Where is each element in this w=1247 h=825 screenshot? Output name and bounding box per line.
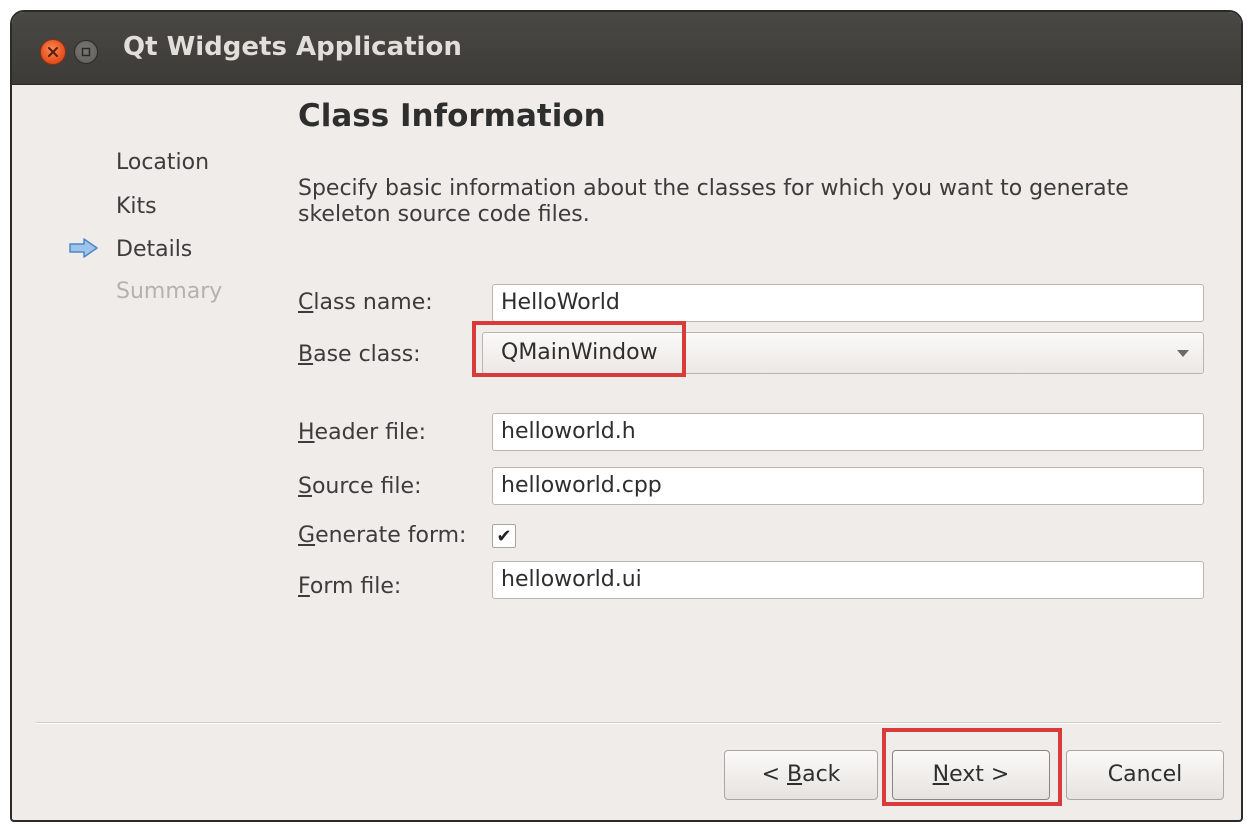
form-file-label: Form file:: [298, 574, 402, 599]
back-button[interactable]: < Back: [724, 750, 878, 800]
source-file-label: Source file:: [298, 474, 422, 499]
sidebar-item-summary: Summary: [116, 279, 223, 304]
chevron-down-icon[interactable]: [1177, 350, 1189, 357]
next-button[interactable]: Next >: [892, 750, 1050, 800]
footer-divider: [36, 722, 1221, 724]
window-title: Qt Widgets Application: [123, 32, 462, 62]
minimize-icon[interactable]: [74, 40, 98, 64]
generate-form-checkbox[interactable]: ✔: [492, 524, 516, 548]
close-icon[interactable]: [40, 39, 66, 65]
base-class-label: Base class:: [298, 342, 421, 367]
wizard-window: Qt Widgets Application Location Kits Det…: [10, 10, 1243, 822]
sidebar-item-location: Location: [116, 150, 210, 175]
page-description: Specify basic information about the clas…: [298, 176, 1129, 227]
cancel-button[interactable]: Cancel: [1066, 750, 1224, 800]
header-file-input[interactable]: helloworld.h: [492, 413, 1204, 451]
base-class-combobox[interactable]: QMainWindow: [482, 332, 1204, 374]
source-file-input[interactable]: helloworld.cpp: [492, 467, 1204, 505]
page-title: Class Information: [298, 98, 606, 134]
form-file-input[interactable]: helloworld.ui: [492, 561, 1204, 599]
generate-form-label: Generate form:: [298, 523, 467, 548]
header-file-label: Header file:: [298, 420, 427, 445]
class-name-label: Class name:: [298, 290, 433, 315]
title-bar[interactable]: Qt Widgets Application: [12, 12, 1241, 85]
wizard-steps-sidebar: Location Kits Details Summary: [12, 84, 272, 384]
sidebar-item-kits: Kits: [116, 194, 157, 219]
class-name-input[interactable]: HelloWorld: [492, 284, 1204, 322]
base-class-value: QMainWindow: [501, 340, 658, 365]
sidebar-item-details: Details: [116, 237, 193, 262]
arrow-right-icon: [69, 238, 98, 258]
